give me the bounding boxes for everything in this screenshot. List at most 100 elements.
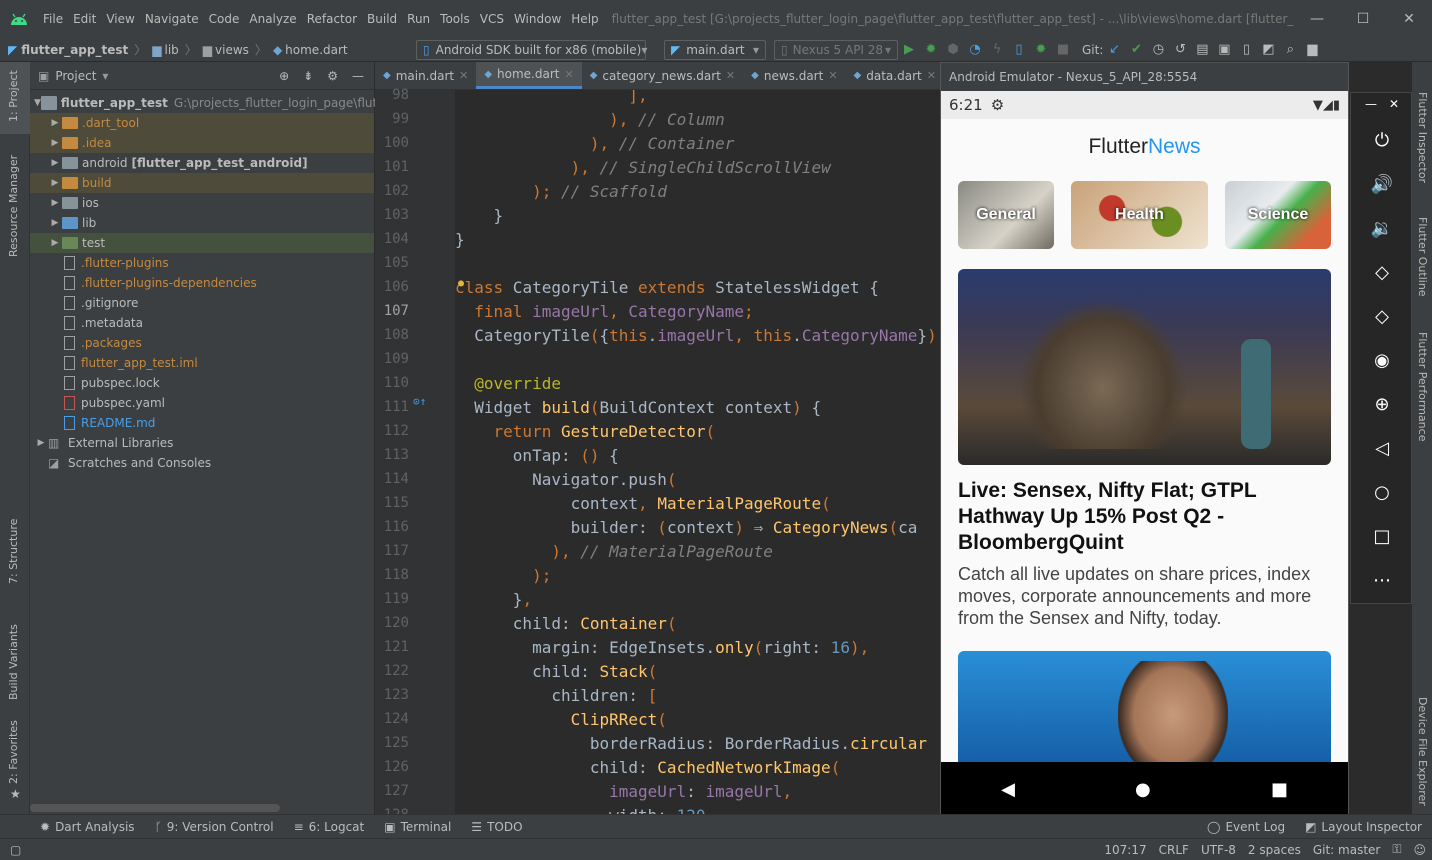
code-line[interactable]: } — [455, 204, 504, 228]
phone-screen[interactable]: 6:21 ⚙ ▼◢▮ FlutterNews General Health Sc… — [941, 91, 1348, 817]
article-image[interactable] — [958, 269, 1331, 465]
project-structure-icon[interactable]: ▤ — [1191, 39, 1213, 61]
more-icon[interactable]: ⋯ — [1367, 565, 1397, 595]
tool-tab-build-variants[interactable]: Build Variants — [7, 624, 20, 700]
tree-item[interactable]: ▶ android [flutter_app_test_android] — [30, 153, 374, 173]
avd-manager-icon[interactable]: ▯ — [1235, 39, 1257, 61]
code-line[interactable]: child: Stack( — [455, 660, 657, 684]
tree-item[interactable]: pubspec.yaml — [30, 393, 374, 413]
git-commit-icon[interactable]: ✔ — [1125, 39, 1147, 61]
article-image-2[interactable] — [958, 651, 1331, 762]
override-marker-icon[interactable]: ⊙↑ — [413, 395, 426, 408]
menu-item-vcs[interactable]: VCS — [475, 0, 509, 38]
chevron-down-icon[interactable]: ▾ — [102, 69, 108, 83]
back-icon[interactable]: ◀ — [1001, 779, 1015, 800]
code-line[interactable]: @override — [455, 372, 561, 396]
file-encoding[interactable]: UTF-8 — [1195, 843, 1242, 857]
tree-item[interactable]: .flutter-plugins — [30, 253, 374, 273]
menu-item-refactor[interactable]: Refactor — [302, 0, 362, 38]
tool-todo[interactable]: ☰ TODO — [461, 820, 532, 834]
menu-item-analyze[interactable]: Analyze — [244, 0, 301, 38]
home-icon[interactable]: ● — [1135, 779, 1151, 800]
expand-arrow-icon[interactable]: ▶ — [48, 138, 62, 148]
code-line[interactable]: CategoryTile({this.imageUrl, this.Catego… — [455, 324, 940, 348]
tree-item[interactable]: ▶ ios — [30, 193, 374, 213]
code-line[interactable]: }, — [455, 588, 532, 612]
sdk-manager-icon[interactable]: ✹ — [1030, 39, 1052, 61]
avd-selector[interactable]: ▯ Nexus 5 API 28 ▾ — [774, 39, 898, 60]
code-line[interactable]: ), // Column — [455, 108, 725, 132]
code-line[interactable]: ), // SingleChildScrollView — [455, 156, 831, 180]
zoom-icon[interactable]: ⊕ — [1367, 389, 1397, 419]
tree-scratches[interactable]: ◪ Scratches and Consoles — [30, 453, 374, 473]
tab-data-dart[interactable]: ◆ data.dart ✕ — [846, 62, 944, 89]
tool-event-log[interactable]: ◯ Event Log — [1197, 820, 1295, 834]
tool-tab-project[interactable]: 1: Project — [7, 70, 20, 122]
volume-up-icon[interactable]: 🔊 — [1367, 169, 1397, 199]
code-line[interactable]: final imageUrl, CategoryName; — [455, 300, 753, 324]
menu-item-tools[interactable]: Tools — [435, 0, 475, 38]
tree-item[interactable]: flutter_app_test.iml — [30, 353, 374, 373]
code-line[interactable]: margin: EdgeInsets.only(right: 16), — [455, 636, 869, 660]
tree-item[interactable]: .metadata — [30, 313, 374, 333]
expand-arrow-icon[interactable]: ▶ — [48, 218, 62, 228]
horizontal-scrollbar[interactable] — [30, 804, 280, 812]
profile-icon[interactable]: ◔ — [964, 39, 986, 61]
line-separator[interactable]: CRLF — [1153, 843, 1195, 857]
git-branch[interactable]: Git: master — [1307, 843, 1387, 857]
sdk-icon[interactable]: ◩ — [1257, 39, 1279, 61]
tool-tab-structure[interactable]: 7: Structure — [7, 519, 20, 584]
expand-arrow-icon[interactable]: ▶ — [34, 438, 48, 448]
menu-item-navigate[interactable]: Navigate — [140, 0, 204, 38]
close-tab-icon[interactable]: ✕ — [726, 69, 735, 82]
search-icon[interactable]: ⌕ — [1279, 39, 1301, 61]
maximize-icon[interactable]: ☐ — [1340, 11, 1386, 27]
tab-main-dart[interactable]: ◆ main.dart ✕ — [375, 62, 476, 89]
category-tile-general[interactable]: General — [958, 181, 1054, 249]
layout-icon[interactable]: ▣ — [1213, 39, 1235, 61]
tool-tab-favorites[interactable]: 2: Favorites — [7, 720, 20, 784]
hot-reload-icon[interactable]: ϟ — [986, 39, 1008, 61]
close-icon[interactable]: ✕ — [1386, 11, 1432, 27]
run-config-selector[interactable]: ◤ main.dart ▾ — [664, 39, 766, 60]
code-line[interactable]: borderRadius: BorderRadius.circular — [455, 732, 927, 756]
code-line[interactable]: onTap: () { — [455, 444, 619, 468]
tool-version-control[interactable]: ᚴ 9: Version Control — [145, 820, 284, 834]
code-line[interactable]: width: 120, — [455, 804, 715, 814]
rotate-left-icon[interactable]: ◇ — [1367, 257, 1397, 287]
menu-item-window[interactable]: Window — [509, 0, 566, 38]
attach-icon[interactable]: ⬢ — [942, 39, 964, 61]
expand-arrow-icon[interactable]: ▶ — [48, 178, 62, 188]
code-line[interactable]: ); — [455, 564, 551, 588]
code-line[interactable]: imageUrl: imageUrl, — [455, 780, 792, 804]
code-line[interactable]: } — [455, 228, 465, 252]
code-line[interactable]: class CategoryTile extends StatelessWidg… — [455, 276, 879, 300]
project-view-selector[interactable]: Project — [55, 69, 96, 83]
collapse-all-icon[interactable]: ⇟ — [303, 69, 313, 83]
tool-terminal[interactable]: ▣ Terminal — [374, 820, 461, 834]
menu-item-build[interactable]: Build — [362, 0, 402, 38]
tree-item[interactable]: ▶ .dart_tool — [30, 113, 374, 133]
code-line[interactable]: ], — [455, 90, 647, 108]
tree-item[interactable]: ▶ .idea — [30, 133, 374, 153]
tool-dart-analysis[interactable]: ✹ Dart Analysis — [30, 820, 145, 834]
tool-tab-flutter-outline[interactable]: Flutter Outline — [1416, 217, 1429, 297]
tab-news-dart[interactable]: ◆ news.dart ✕ — [743, 62, 845, 89]
gear-icon[interactable]: ⚙ — [327, 69, 338, 83]
expand-arrow-icon[interactable]: ▶ — [48, 118, 62, 128]
run-icon[interactable]: ▶ — [898, 39, 920, 61]
git-update-icon[interactable]: ↙ — [1103, 39, 1125, 61]
close-tab-icon[interactable]: ✕ — [828, 69, 837, 82]
tool-logcat[interactable]: ≡ 6: Logcat — [284, 820, 375, 834]
rotate-right-icon[interactable]: ◇ — [1367, 301, 1397, 331]
minimize-icon[interactable]: — — [1365, 97, 1377, 111]
crumb-views[interactable]: views 〉 — [215, 41, 273, 58]
intention-bulb-icon[interactable]: ● — [458, 278, 464, 289]
indent-setting[interactable]: 2 spaces — [1242, 843, 1307, 857]
code-line[interactable]: ), // MaterialPageRoute — [455, 540, 773, 564]
code-line[interactable]: ClipRRect( — [455, 708, 667, 732]
tab-home-dart[interactable]: ◆ home.dart ✕ — [476, 62, 582, 89]
tool-tab-resource-manager[interactable]: Resource Manager — [7, 155, 20, 257]
power-icon[interactable]: ⏻ — [1367, 125, 1397, 155]
caret-position[interactable]: 107:17 — [1098, 843, 1152, 857]
